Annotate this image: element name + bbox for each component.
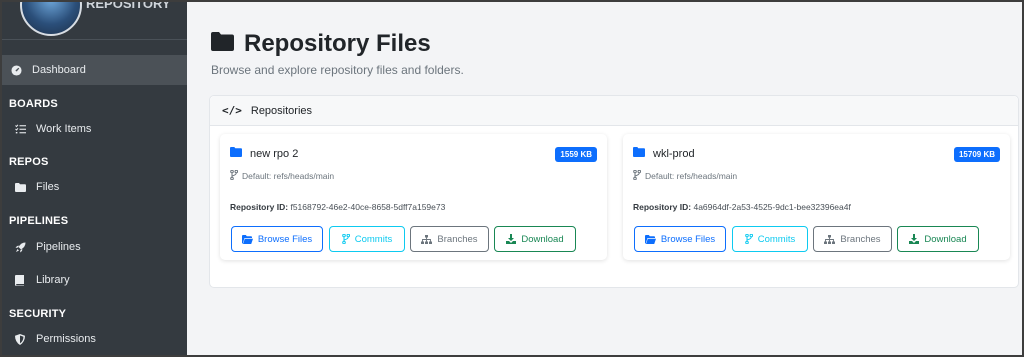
- repo-id-row: Repository ID: f5168792-46e2-40ce-8658-5…: [230, 202, 445, 212]
- repo-id-value: 4a6964df-2a53-4525-9dc1-bee32396ea4f: [693, 202, 851, 212]
- git-branch-icon: [744, 234, 753, 244]
- section-pipelines: PIPELINES: [9, 215, 69, 227]
- app-window: REPOSITORY Dashboard BOARDS Work Items R…: [2, 2, 1022, 355]
- download-icon: [506, 234, 517, 244]
- default-branch: Default: refs/heads/main: [242, 171, 335, 181]
- main-content: Repository Files Browse and explore repo…: [187, 2, 1022, 355]
- sidebar-item-work-items[interactable]: Work Items: [2, 114, 187, 144]
- sitemap-icon: [824, 234, 836, 244]
- sidebar-item-label: Pipelines: [36, 241, 81, 253]
- button-label: Download: [521, 233, 564, 245]
- folder-open-icon: [241, 234, 253, 244]
- section-security: SECURITY: [9, 308, 67, 320]
- repo-card: wkl-prod 15709 KB Default: refs/heads/ma…: [623, 134, 1010, 260]
- folder-icon: [633, 147, 645, 160]
- repo-id-value: f5168792-46e2-40ce-8658-5dff7a159e73: [290, 202, 446, 212]
- sidebar-item-library[interactable]: Library: [2, 265, 187, 295]
- repo-name: wkl-prod: [653, 147, 695, 160]
- browse-files-button[interactable]: Browse Files: [231, 226, 323, 252]
- download-icon: [909, 234, 920, 244]
- folder-icon: [13, 182, 27, 192]
- list-check-icon: [13, 124, 27, 134]
- button-label: Browse Files: [257, 233, 313, 245]
- button-label: Browse Files: [660, 233, 716, 245]
- size-badge: 15709 KB: [953, 147, 1000, 162]
- card-header: </> Repositories: [210, 96, 1018, 126]
- section-boards: BOARDS: [9, 98, 58, 110]
- sidebar-item-label: Library: [36, 274, 70, 286]
- sidebar-item-permissions[interactable]: Permissions: [2, 324, 187, 354]
- git-branch-icon: [341, 234, 350, 244]
- repo-id-label: Repository ID:: [230, 202, 289, 212]
- code-icon: </>: [222, 104, 242, 117]
- branch-icon: [230, 169, 239, 182]
- logo-area: REPOSITORY: [2, 2, 187, 40]
- repo-name-row: wkl-prod: [633, 147, 695, 160]
- page-subtitle: Browse and explore repository files and …: [211, 63, 464, 77]
- commits-button[interactable]: Commits: [329, 226, 405, 252]
- branches-button[interactable]: Branches: [410, 226, 489, 252]
- folder-icon: [230, 147, 242, 160]
- button-label: Commits: [354, 233, 393, 245]
- branch-icon: [633, 169, 642, 182]
- sidebar-item-label: Permissions: [36, 333, 96, 345]
- browse-files-button[interactable]: Browse Files: [634, 226, 726, 252]
- section-repos: REPOS: [9, 156, 49, 168]
- branch-row: Default: refs/heads/main: [230, 169, 335, 182]
- repositories-card: </> Repositories new rpo 2 1559 KB Defau…: [209, 95, 1019, 288]
- shield-icon: [13, 333, 27, 345]
- dashboard-icon: [9, 64, 23, 76]
- repo-id-label: Repository ID:: [633, 202, 692, 212]
- download-button[interactable]: Download: [897, 226, 979, 252]
- branches-button[interactable]: Branches: [813, 226, 892, 252]
- page-title-text: Repository Files: [244, 30, 431, 57]
- download-button[interactable]: Download: [494, 226, 576, 252]
- sidebar: REPOSITORY Dashboard BOARDS Work Items R…: [2, 2, 187, 355]
- repo-name: new rpo 2: [250, 147, 299, 160]
- book-icon: [13, 274, 27, 286]
- size-badge: 1559 KB: [555, 147, 597, 162]
- sidebar-item-files[interactable]: Files: [2, 172, 187, 202]
- logo: [20, 2, 82, 36]
- button-label: Branches: [840, 233, 881, 245]
- sidebar-item-label: Work Items: [36, 123, 92, 135]
- sidebar-item-label: Files: [36, 181, 60, 193]
- button-label: Download: [924, 233, 967, 245]
- sidebar-item-dashboard[interactable]: Dashboard: [2, 55, 187, 85]
- page-title: Repository Files: [211, 30, 431, 58]
- rocket-icon: [13, 242, 27, 253]
- repo-name-row: new rpo 2: [230, 147, 298, 160]
- sitemap-icon: [421, 234, 433, 244]
- folder-icon: [211, 30, 234, 58]
- default-branch: Default: refs/heads/main: [645, 171, 738, 181]
- sidebar-item-pipelines[interactable]: Pipelines: [2, 232, 187, 262]
- logo-text: REPOSITORY: [86, 2, 171, 11]
- commits-button[interactable]: Commits: [732, 226, 808, 252]
- sidebar-item-label: Dashboard: [32, 64, 86, 76]
- card-header-title: Repositories: [250, 104, 313, 117]
- repo-card: new rpo 2 1559 KB Default: refs/heads/ma…: [220, 134, 607, 260]
- repo-id-row: Repository ID: 4a6964df-2a53-4525-9dc1-b…: [633, 202, 851, 212]
- folder-open-icon: [644, 234, 656, 244]
- button-label: Commits: [757, 233, 796, 245]
- branch-row: Default: refs/heads/main: [633, 169, 738, 182]
- button-label: Branches: [437, 233, 478, 245]
